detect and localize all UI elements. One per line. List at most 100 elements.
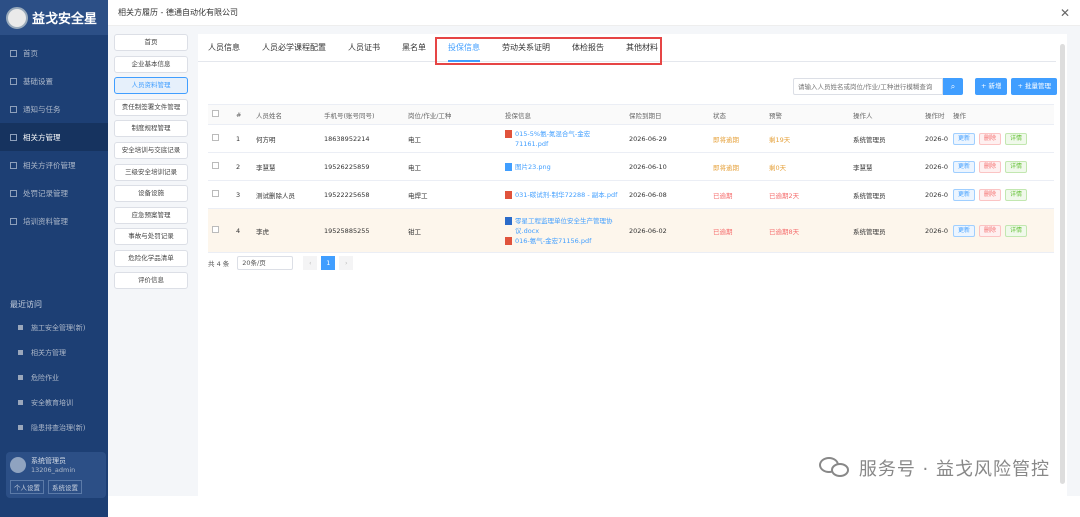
warning-text: 已逾期8天 — [769, 227, 800, 236]
status-text: 已逾期 — [713, 227, 733, 236]
recent-item[interactable]: 施工安全管理(新) — [0, 315, 108, 340]
file-name[interactable]: 031-碳试剂-制华72288 - 副本.pdf — [515, 190, 617, 200]
recent-item[interactable]: 危险作业 — [0, 365, 108, 390]
file-name[interactable]: 零星工程监理单位安全生产管理协议.docx — [515, 216, 621, 236]
sidebar-item-label: 相关方评价管理 — [23, 160, 76, 170]
delete-button[interactable]: 删除 — [979, 132, 1002, 145]
tab-item[interactable]: 黑名单 — [402, 34, 426, 62]
sidebar-item[interactable]: 相关方评价管理 — [0, 151, 108, 179]
due-date: 2026-06-02 — [629, 226, 667, 235]
left-menu-item[interactable]: 事故与处罚记录 — [114, 228, 188, 246]
watermark-text: 服务号 · 益戈风险管控 — [858, 459, 1050, 480]
operator-name: 系统管理员 — [853, 135, 886, 144]
sidebar-item[interactable]: 首页 — [0, 39, 108, 67]
update-button[interactable]: 更新 — [953, 132, 976, 145]
tab-item[interactable]: 人员必学课程配置 — [262, 34, 326, 62]
row-checkbox-cell — [208, 162, 232, 171]
delete-button[interactable]: 删除 — [979, 160, 1002, 173]
sidebar-item[interactable]: 培训资料管理 — [0, 207, 108, 235]
col-insurance: 投保信息 — [505, 111, 531, 120]
row-actions: 更新 删除 详情 — [949, 188, 1054, 201]
add-button[interactable]: + 新增 — [974, 78, 1008, 95]
table-header: # 人员姓名 手机号(账号同号) 岗位/作业/工种 投保信息 保险到期日 状态 … — [208, 105, 1054, 125]
left-menu-item[interactable]: 人员资料管理 — [114, 77, 188, 95]
prev-page-button[interactable]: ‹ — [303, 256, 318, 270]
update-button[interactable]: 更新 — [953, 188, 976, 201]
sidebar: 益戈安全星 首页 基础设置 通知与任务 相关方管理 相关方评价管理 处罚记录管理 培训资料管… — [0, 0, 108, 517]
detail-button[interactable]: 详情 — [1005, 160, 1028, 173]
insurance-file-link[interactable]: 016-氨气-金宏71156.pdf — [505, 236, 621, 246]
status-text: 已逾期 — [713, 191, 733, 200]
phone-number: 19525885255 — [324, 226, 370, 235]
row-checkbox[interactable] — [212, 226, 219, 233]
recent-item[interactable]: 隐患排查治理(新) — [0, 415, 108, 440]
insurance-file-link[interactable]: 图片23.png — [505, 162, 621, 172]
action-group: 更新 删除 详情 — [953, 160, 1050, 173]
row-checkbox[interactable] — [212, 190, 219, 197]
left-menu-item[interactable]: 责任制签署文件管理 — [114, 98, 188, 116]
scrollbar[interactable] — [1060, 44, 1065, 484]
file-pdf-icon — [505, 236, 512, 245]
left-menu-item[interactable]: 企业基本信息 — [114, 55, 188, 73]
current-page[interactable]: 1 — [321, 256, 336, 270]
detail-button[interactable]: 详情 — [1005, 132, 1028, 145]
next-page-button[interactable]: › — [339, 256, 354, 270]
row-index: 1 — [236, 134, 241, 143]
sidebar-item-label: 处罚记录管理 — [23, 188, 68, 198]
detail-button[interactable]: 详情 — [1005, 224, 1028, 237]
row-checkbox[interactable] — [212, 134, 219, 141]
phone-number: 19522225658 — [324, 190, 370, 199]
detail-button[interactable]: 详情 — [1005, 188, 1028, 201]
row-checkbox-cell — [208, 190, 232, 199]
insurance-file-link[interactable]: 零星工程监理单位安全生产管理协议.docx — [505, 216, 621, 236]
left-menu-item[interactable]: 应急预案管理 — [114, 206, 188, 224]
delete-button[interactable]: 删除 — [979, 224, 1002, 237]
page-size-select[interactable]: 20条/页 — [237, 256, 294, 270]
update-button[interactable]: 更新 — [953, 160, 976, 173]
tab-item[interactable]: 人员证书 — [348, 34, 380, 62]
sidebar-item[interactable]: 处罚记录管理 — [0, 179, 108, 207]
insurance-file-link[interactable]: 015-5%氨-氮混合气-金宏71161.pdf — [505, 129, 621, 149]
delete-button[interactable]: 删除 — [979, 188, 1002, 201]
phone-number: 18638952214 — [324, 134, 370, 143]
personal-settings-button[interactable]: 个人设置 — [10, 480, 44, 494]
batch-manage-button[interactable]: + 批量管理 — [1011, 78, 1057, 95]
wechat-icon — [818, 455, 853, 481]
due-date: 2026-06-10 — [629, 162, 667, 171]
file-name[interactable]: 图片23.png — [515, 162, 551, 172]
select-all-checkbox[interactable] — [212, 110, 219, 117]
sidebar-item[interactable]: 基础设置 — [0, 67, 108, 95]
avatar[interactable] — [10, 457, 26, 473]
due-date: 2026-06-29 — [629, 134, 667, 143]
recent-icon — [18, 425, 23, 430]
col-due: 保险到期日 — [629, 111, 662, 120]
left-menu-item[interactable]: 安全培训与交底记录 — [114, 141, 188, 159]
left-menu-item[interactable]: 危险化学品清单 — [114, 249, 188, 267]
recent-icon — [18, 350, 23, 355]
file-name[interactable]: 016-氨气-金宏71156.pdf — [515, 236, 591, 246]
col-warning: 预警 — [769, 111, 782, 120]
recent-item-label: 施工安全管理(新) — [31, 323, 86, 332]
left-menu-item[interactable]: 首页 — [114, 34, 188, 51]
phone-number: 19526225859 — [324, 162, 370, 171]
recent-item[interactable]: 安全教育培训 — [0, 390, 108, 415]
left-menu-item[interactable]: 设备设施 — [114, 185, 188, 203]
left-menu-item[interactable]: 评价信息 — [114, 271, 188, 289]
left-menu-item[interactable]: 制度规程管理 — [114, 120, 188, 138]
row-checkbox[interactable] — [212, 162, 219, 169]
update-button[interactable]: 更新 — [953, 224, 976, 237]
recent-item[interactable]: 相关方管理 — [0, 340, 108, 365]
sidebar-item[interactable]: 通知与任务 — [0, 95, 108, 123]
file-name[interactable]: 015-5%氨-氮混合气-金宏71161.pdf — [515, 129, 621, 149]
due-date: 2026-06-08 — [629, 190, 667, 199]
search-icon[interactable]: ⌕ — [942, 78, 963, 95]
insurance-file-link[interactable]: 031-碳试剂-制华72288 - 副本.pdf — [505, 190, 621, 200]
left-menu-item[interactable]: 三级安全培训记录 — [114, 163, 188, 181]
tab-item[interactable]: 人员信息 — [208, 34, 240, 62]
close-icon[interactable]: ✕ — [1060, 6, 1070, 20]
system-settings-button[interactable]: 系统设置 — [48, 480, 82, 494]
sidebar-item[interactable]: 相关方管理 — [0, 123, 108, 151]
sidebar-item-label: 基础设置 — [23, 76, 53, 86]
menu-icon — [10, 189, 17, 197]
search-input[interactable] — [792, 78, 943, 95]
